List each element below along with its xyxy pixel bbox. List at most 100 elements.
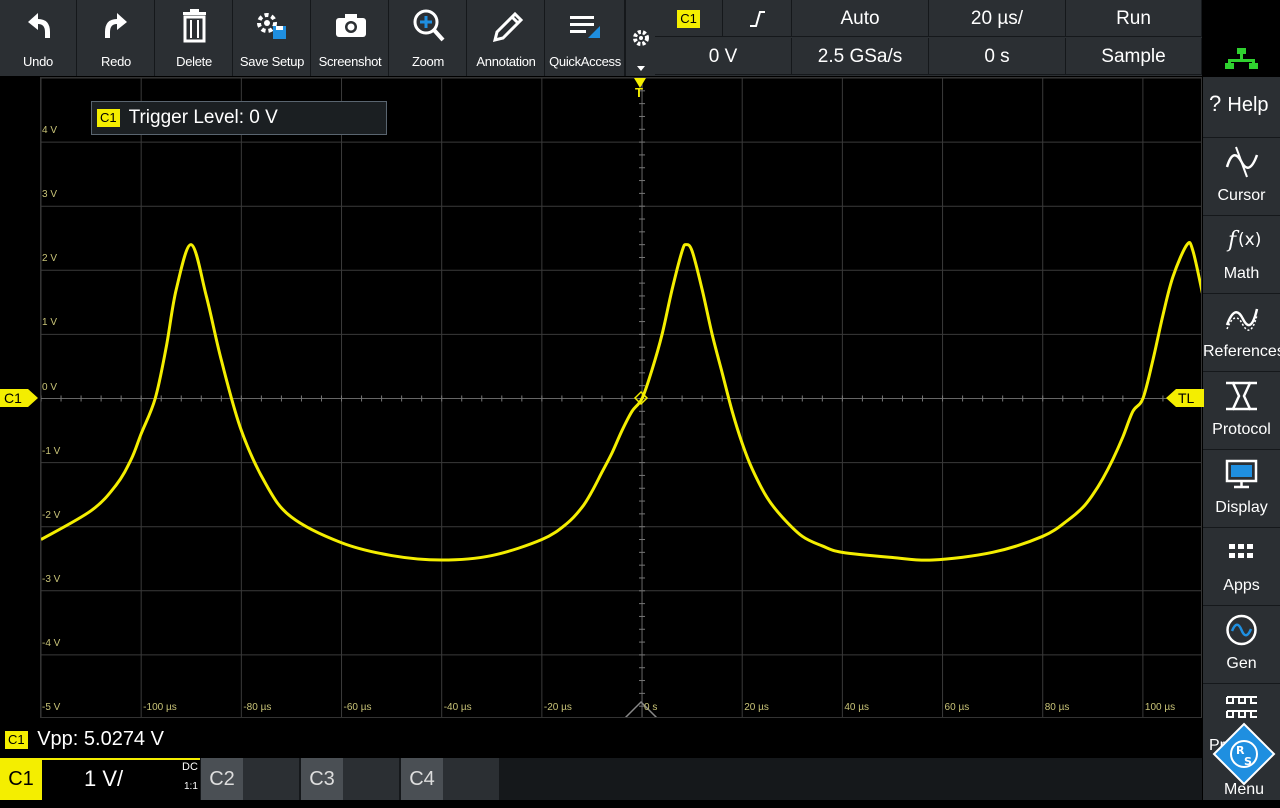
trigger-level-marker[interactable]: TL [1164,389,1204,407]
x-tick-label: 0 s [644,702,658,713]
x-tick-label: -60 µs [343,702,372,713]
undo-button[interactable]: Undo [0,0,77,76]
save-setup-button[interactable]: Save Setup [234,0,311,76]
apps-icon [1229,544,1253,558]
protocol-label: Protocol [1212,421,1271,438]
channel-1-offset-label: C1 [4,390,22,406]
undo-icon [28,13,50,38]
references-button[interactable]: References [1203,295,1280,372]
display-button[interactable]: Display [1203,451,1280,528]
gen-button[interactable]: Gen [1203,607,1280,684]
delete-button[interactable]: Delete [156,0,233,76]
help-label: Help [1227,94,1269,116]
cursor-button[interactable]: Cursor [1203,139,1280,216]
network-icon [1225,48,1258,69]
y-tick-label: 1 V [42,317,58,329]
pen-icon [492,11,524,43]
channel-1-tab[interactable]: C1 [0,758,42,800]
waveform-display[interactable] [40,77,1202,718]
zoom-label: Zoom [411,54,445,69]
x-tick-label: 100 µs [1144,702,1176,713]
svg-text:S: S [1244,755,1252,768]
x-tick-label: 40 µs [844,702,870,713]
quickaccess-icon [570,16,600,38]
y-tick-label: 3 V [42,189,58,201]
trigger-info-channel-badge: C1 [97,108,120,127]
zoom-icon [413,9,445,42]
measurement-bar[interactable]: C1 Vpp: 5.0274 V [0,722,1202,756]
math-label: Math [1223,265,1260,282]
redo-button[interactable]: Redo [78,0,155,76]
quickaccess-label: QuickAccess [549,54,621,69]
save-setup-icon [257,13,286,39]
trigger-source-badge: C1 [677,9,700,28]
help-button[interactable]: ? Help [1203,77,1280,138]
network-status [1203,0,1280,76]
menu-button[interactable]: R S Menu [1208,712,1280,800]
apps-button[interactable]: Apps [1203,529,1280,606]
waveform-canvas [41,78,1201,717]
zoom-button[interactable]: Zoom [390,0,467,76]
run-state-cell[interactable]: Run [1066,0,1202,37]
redo-label: Redo [101,54,131,69]
protocol-button[interactable]: Protocol [1203,373,1280,450]
x-tick-label: 60 µs [944,702,970,713]
channel-2-tab[interactable]: C2 [201,758,299,800]
trigger-slope-cell[interactable] [723,0,792,37]
y-tick-label: 2 V [42,253,58,265]
timebase-cell[interactable]: 20 µs/ [929,0,1066,37]
trigger-level-cell[interactable]: 0 V [655,38,792,75]
undo-label: Undo [23,54,53,69]
channel-1-probe-ratio: 1:1 [184,781,198,792]
x-tick-label: -20 µs [543,702,572,713]
toolbar-settings-button[interactable] [625,0,656,76]
menu-label: Menu [1223,781,1265,798]
apps-label: Apps [1223,577,1260,594]
annotation-button[interactable]: Annotation [468,0,545,76]
rising-edge-icon [750,10,765,27]
acquisition-mode-cell[interactable]: Sample [1066,38,1202,75]
save-setup-label: Save Setup [239,54,305,69]
trigger-mode-cell[interactable]: Auto [792,0,929,37]
measurement-vpp: Vpp: 5.0274 V [37,728,164,750]
y-tick-label: -5 V [42,702,61,713]
channel-bar: C1 1 V/ DC 1:1 C2 C3 C4 [0,758,1202,800]
screenshot-label: Screenshot [318,54,382,69]
measurement-channel-badge: C1 [5,730,28,749]
channel-1-settings[interactable]: 1 V/ DC 1:1 [42,758,200,800]
x-tick-label: -40 µs [443,702,472,713]
channel-3-tab[interactable]: C3 [301,758,399,800]
x-tick-label: 20 µs [744,702,769,713]
y-tick-label: -2 V [42,509,61,521]
gear-icon [633,30,649,71]
x-tick-label: -80 µs [243,702,272,713]
math-icon: f (x) [1226,228,1261,253]
trigger-level-info: C1 Trigger Level: 0 V [91,101,387,135]
right-menu: ? Help Cursor f (x) Math References Prot… [1203,77,1280,800]
channel-3-label: C3 [301,758,343,800]
svg-text:(x): (x) [1238,230,1261,250]
sample-rate-cell[interactable]: 2.5 GSa/s [792,38,929,75]
y-tick-label: -1 V [42,445,61,457]
trigger-source-cell[interactable]: C1 [655,0,723,37]
x-tick-label: 80 µs [1044,702,1070,713]
horizontal-position-cell[interactable]: 0 s [929,38,1066,75]
references-icon [1225,308,1259,331]
display-label: Display [1215,499,1268,516]
trigger-position-marker[interactable]: T [631,77,649,105]
camera-icon [336,14,366,37]
trigger-level-marker-label: TL [1178,390,1195,406]
display-icon [1225,459,1258,489]
y-tick-label: 0 V [42,381,58,393]
trash-icon [183,9,206,43]
cursor-label: Cursor [1217,187,1266,204]
math-button[interactable]: f (x) Math [1203,217,1280,294]
screenshot-button[interactable]: Screenshot [312,0,389,76]
channel-1-offset-marker[interactable]: C1 [0,389,40,407]
channel-4-tab[interactable]: C4 [401,758,499,800]
status-panel: C1 Auto 20 µs/ Run 0 V 2.5 GSa/s 0 s Sam… [655,0,1202,76]
quickaccess-button[interactable]: QuickAccess [546,0,625,76]
y-tick-label: -4 V [42,637,61,649]
y-tick-label: 4 V [42,125,58,137]
help-icon: ? [1209,91,1222,116]
